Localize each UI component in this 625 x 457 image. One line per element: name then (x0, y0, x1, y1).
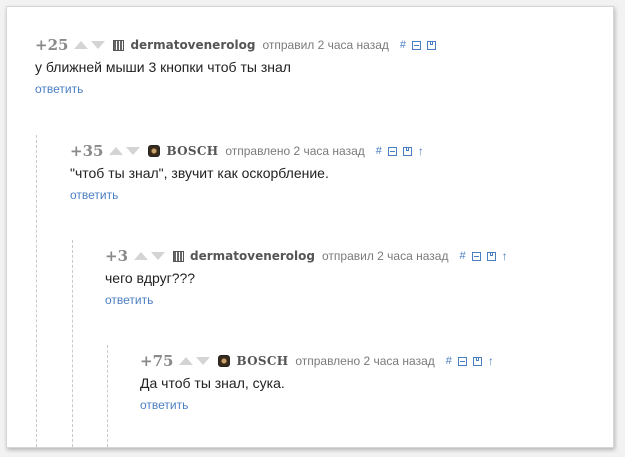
save-icon[interactable] (472, 356, 482, 366)
comment-text: у ближней мыши 3 кнопки чтоб ты знал (35, 59, 291, 75)
vote-down-icon[interactable] (196, 357, 211, 365)
collapse-icon[interactable] (412, 40, 422, 50)
comment-time: отправил 2 часа назад (262, 38, 389, 52)
reply-link[interactable]: ответить (105, 293, 153, 307)
comment-time: отправлено 2 часа назад (295, 354, 435, 368)
vote-up-icon[interactable] (179, 357, 194, 365)
reply-link[interactable]: ответить (140, 398, 188, 412)
comment-author[interactable]: dermatovenerolog (130, 38, 255, 52)
comment: +25 dermatovenerolog отправил 2 часа наз… (35, 36, 442, 98)
save-icon[interactable] (402, 146, 412, 156)
collapse-icon[interactable] (387, 146, 397, 156)
parent-comment-icon[interactable]: ↑ (488, 354, 494, 368)
avatar[interactable] (113, 39, 125, 51)
comment-text: чего вдруг??? (105, 270, 196, 286)
permalink-icon[interactable]: # (459, 250, 465, 262)
collapse-icon[interactable] (457, 356, 467, 366)
collapse-icon[interactable] (471, 251, 481, 261)
comment-header: +3 dermatovenerolog отправил 2 часа наза… (105, 247, 508, 265)
permalink-icon[interactable]: # (400, 39, 406, 51)
vote-down-icon[interactable] (151, 252, 166, 260)
save-icon[interactable] (486, 251, 496, 261)
permalink-icon[interactable]: # (376, 145, 382, 157)
vote-up-icon[interactable] (74, 41, 89, 49)
avatar[interactable] (173, 250, 185, 262)
reply-link[interactable]: ответить (70, 188, 118, 202)
thread-line-2 (72, 240, 73, 447)
comment-thread-frame: +25 dermatovenerolog отправил 2 часа наз… (6, 6, 614, 448)
comment: +75 BOSCH отправлено 2 часа назад # ↑ Да… (140, 352, 494, 414)
vote-down-icon[interactable] (126, 147, 141, 155)
comment-header: +75 BOSCH отправлено 2 часа назад # ↑ (140, 352, 494, 370)
thread-line-3 (107, 345, 108, 447)
vote-up-icon[interactable] (109, 147, 124, 155)
comment-author[interactable]: dermatovenerolog (190, 249, 315, 263)
avatar[interactable] (218, 355, 231, 367)
vote-up-icon[interactable] (134, 252, 149, 260)
parent-comment-icon[interactable]: ↑ (418, 144, 424, 158)
comment-author[interactable]: BOSCH (236, 354, 288, 368)
comment-rating: +75 (140, 352, 174, 370)
parent-comment-icon[interactable]: ↑ (502, 249, 508, 263)
comment-author[interactable]: BOSCH (166, 144, 218, 158)
reply-link[interactable]: ответить (35, 82, 83, 96)
comment-header: +25 dermatovenerolog отправил 2 часа наз… (35, 36, 442, 54)
comment-time: отправил 2 часа назад (322, 249, 449, 263)
thread-line-1 (36, 135, 37, 447)
comment-header: +35 BOSCH отправлено 2 часа назад # ↑ (70, 142, 424, 160)
permalink-icon[interactable]: # (446, 355, 452, 367)
comment-rating: +35 (70, 142, 104, 160)
comment-rating: +25 (35, 36, 69, 54)
comment-text: "чтоб ты знал", звучит как оскорбление. (70, 165, 329, 181)
avatar[interactable] (148, 145, 161, 157)
comment: +35 BOSCH отправлено 2 часа назад # ↑ "ч… (70, 142, 424, 204)
save-icon[interactable] (427, 40, 437, 50)
comment-text: Да чтоб ты знал, сука. (140, 375, 285, 391)
vote-down-icon[interactable] (91, 41, 106, 49)
comment: +3 dermatovenerolog отправил 2 часа наза… (105, 247, 508, 309)
comment-rating: +3 (105, 247, 129, 265)
comment-time: отправлено 2 часа назад (225, 144, 365, 158)
